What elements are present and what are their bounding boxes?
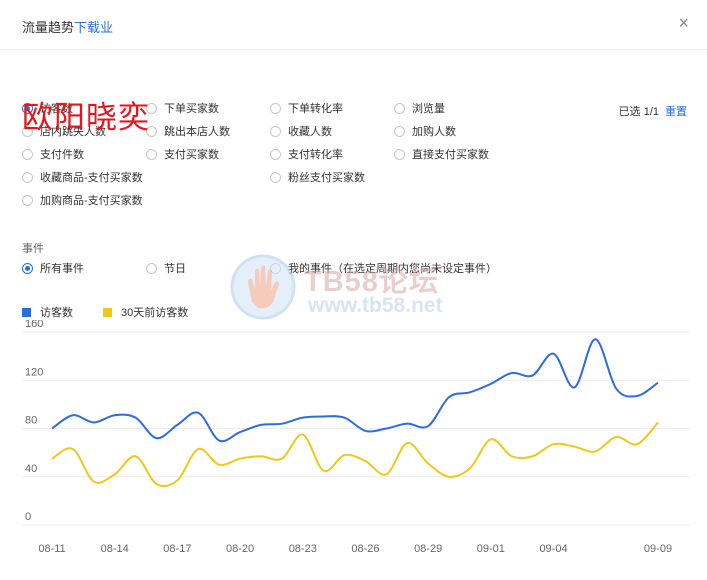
metric-label: 直接支付买家数 xyxy=(412,149,489,161)
y-tick-label: 80 xyxy=(25,415,37,427)
x-tick-label: 08-23 xyxy=(289,543,317,555)
metric-label: 支付件数 xyxy=(40,149,84,161)
x-tick-label: 09-09 xyxy=(644,543,672,555)
radio-icon[interactable] xyxy=(22,102,33,114)
series-lines xyxy=(51,338,659,488)
metric-option[interactable]: 店内跳失人数 xyxy=(22,123,106,139)
y-tick-label: 40 xyxy=(25,463,37,475)
legend-label-current: 访客数 xyxy=(40,307,73,319)
metric-label: 跳出本店人数 xyxy=(164,126,230,138)
metric-label: 下单转化率 xyxy=(288,103,343,115)
series-line-current xyxy=(51,338,659,443)
radio-icon[interactable] xyxy=(146,262,157,274)
chart-legend: 访客数 30天前访客数 xyxy=(22,304,218,320)
event-options: 所有事件 节日 我的事件（在选定周期内您尚未设定事件） xyxy=(0,258,707,278)
metric-option[interactable]: 支付转化率 xyxy=(270,146,343,162)
y-tick-label: 120 xyxy=(25,366,43,378)
events-title: 事件 xyxy=(22,243,44,255)
trend-chart: 04080120160 08-11 08-14 08-17 08-20 08-23 08-… xyxy=(22,320,690,555)
metric-label: 支付买家数 xyxy=(164,149,219,161)
radio-icon[interactable] xyxy=(394,148,405,160)
metric-label: 加购人数 xyxy=(412,126,456,138)
event-label: 所有事件 xyxy=(40,263,84,275)
radio-icon[interactable] xyxy=(22,194,33,206)
selected-count: 已选 1/1 xyxy=(618,106,659,118)
event-label: 节日 xyxy=(164,263,186,275)
y-tick-label: 0 xyxy=(25,511,31,523)
x-tick-label: 09-01 xyxy=(477,543,505,555)
metric-option[interactable]: 加购人数 xyxy=(394,123,456,139)
radio-icon[interactable] xyxy=(146,148,157,160)
event-option[interactable]: 所有事件 xyxy=(22,260,84,276)
x-tick-label: 08-26 xyxy=(351,543,379,555)
radio-icon[interactable] xyxy=(146,102,157,114)
legend-item-previous[interactable]: 30天前访客数 xyxy=(103,304,188,320)
legend-label-previous: 30天前访客数 xyxy=(121,307,189,319)
event-option[interactable]: 我的事件（在选定周期内您尚未设定事件） xyxy=(270,260,497,276)
close-button[interactable]: × xyxy=(678,14,689,32)
y-tick-label: 160 xyxy=(25,320,43,330)
x-tick-label: 08-17 xyxy=(163,543,191,555)
metric-label: 下单买家数 xyxy=(164,103,219,115)
metric-option[interactable]: 直接支付买家数 xyxy=(394,146,489,162)
radio-icon[interactable] xyxy=(394,125,405,137)
title-text: 流量趋势 xyxy=(22,20,75,35)
radio-icon[interactable] xyxy=(22,125,33,137)
grid-lines xyxy=(22,331,690,526)
metric-label: 粉丝支付买家数 xyxy=(288,172,365,184)
metric-option[interactable]: 下单转化率 xyxy=(270,100,343,116)
radio-icon[interactable] xyxy=(270,171,281,183)
radio-icon[interactable] xyxy=(270,262,281,274)
metric-label: 支付转化率 xyxy=(288,149,343,161)
event-option[interactable]: 节日 xyxy=(146,260,186,276)
radio-icon[interactable] xyxy=(22,148,33,160)
metric-option[interactable]: 浏览量 xyxy=(394,100,445,116)
x-tick-label: 08-14 xyxy=(101,543,129,555)
metric-option[interactable]: 支付件数 xyxy=(22,146,84,162)
metric-options: 访客数 下单买家数 下单转化率 浏览量 店内跳失人数 跳出本店人数 收藏人数 加… xyxy=(0,100,707,215)
metric-label: 店内跳失人数 xyxy=(40,126,106,138)
radio-icon[interactable] xyxy=(270,102,281,114)
x-tick-label: 08-20 xyxy=(226,543,254,555)
metric-label: 浏览量 xyxy=(412,103,445,115)
metric-option[interactable]: 收藏商品-支付买家数 xyxy=(22,169,143,185)
x-axis-ticks: 08-11 08-14 08-17 08-20 08-23 08-26 08-29 09-01… xyxy=(38,543,672,555)
radio-icon[interactable] xyxy=(270,148,281,160)
radio-icon[interactable] xyxy=(22,171,33,183)
metric-option[interactable]: 下单买家数 xyxy=(146,100,219,116)
metric-option[interactable]: 加购商品-支付买家数 xyxy=(22,192,143,208)
metric-option[interactable]: 访客数 xyxy=(22,100,73,116)
x-tick-label: 08-11 xyxy=(38,543,65,555)
metric-option[interactable]: 粉丝支付买家数 xyxy=(270,169,365,185)
x-tick-label: 08-29 xyxy=(414,543,442,555)
radio-icon[interactable] xyxy=(146,125,157,137)
metric-option[interactable]: 跳出本店人数 xyxy=(146,123,230,139)
metric-label: 访客数 xyxy=(40,103,73,115)
selection-status: 已选 1/1 重置 xyxy=(619,103,687,119)
metric-label: 加购商品-支付买家数 xyxy=(40,195,143,207)
event-label: 我的事件（在选定周期内您尚未设定事件） xyxy=(288,263,497,275)
y-axis-ticks: 0 40 80 120 160 xyxy=(25,320,43,523)
dialog-header: 流量趋势下载业 × xyxy=(0,0,707,50)
legend-item-current[interactable]: 访客数 xyxy=(22,304,73,320)
metric-option[interactable]: 支付买家数 xyxy=(146,146,219,162)
metric-option[interactable]: 收藏人数 xyxy=(270,123,332,139)
legend-swatch-previous xyxy=(103,307,112,317)
dialog-title: 流量趋势下载业 xyxy=(22,17,113,36)
radio-icon[interactable] xyxy=(270,125,281,137)
radio-icon[interactable] xyxy=(22,262,33,274)
x-tick-label: 09-04 xyxy=(539,543,567,555)
logo-url: www.tb58.net xyxy=(308,294,443,317)
radio-icon[interactable] xyxy=(394,102,405,114)
metric-label: 收藏商品-支付买家数 xyxy=(40,172,143,184)
download-link[interactable]: 下载业 xyxy=(74,20,113,35)
legend-swatch-current xyxy=(22,307,31,317)
reset-link[interactable]: 重置 xyxy=(665,106,687,118)
metric-label: 收藏人数 xyxy=(288,126,332,138)
